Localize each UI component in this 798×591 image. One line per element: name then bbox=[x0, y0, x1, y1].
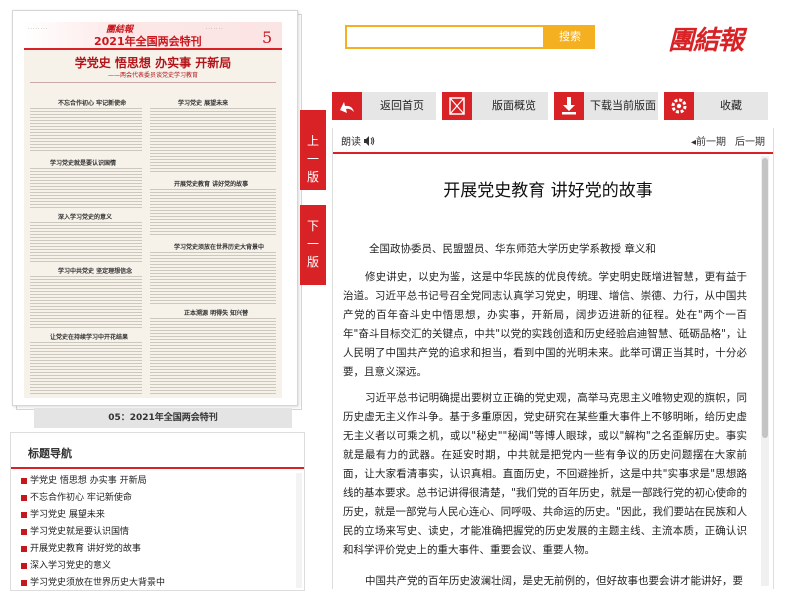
nav-item[interactable]: 学党史 悟思想 办实事 开新局 bbox=[21, 473, 147, 486]
prev-issue-link[interactable]: ◂前一期 bbox=[691, 133, 726, 148]
paper-subhead: ——两会代表委员谈党史学习教育 bbox=[107, 72, 198, 79]
paper-issue-title: 2021年全国两会特刊 bbox=[94, 35, 202, 48]
gear-icon bbox=[664, 92, 694, 120]
bullet-icon bbox=[21, 494, 27, 501]
download-button[interactable]: 下载当前版面 bbox=[554, 92, 662, 120]
bullet-icon bbox=[21, 477, 27, 484]
nav-item[interactable]: 学习党史就是要认识国情 bbox=[21, 524, 129, 537]
nav-item[interactable]: 学习党史 展望未来 bbox=[21, 507, 105, 520]
paper-column-title: 学习党史就是要认识国情 bbox=[50, 160, 117, 167]
paper-text-block bbox=[150, 189, 276, 237]
headline-nav-title: 标题导航 bbox=[28, 447, 72, 460]
paper-column-title: 学习党史 展望未来 bbox=[178, 100, 229, 107]
home-label: 返回首页 bbox=[380, 99, 424, 112]
nav-item[interactable]: 学习党史须放在世界历史大背景中 bbox=[21, 575, 165, 588]
nav-item[interactable]: 不忘合作初心 牢记新使命 bbox=[21, 490, 132, 503]
article-paragraph: 修史讲史，以史为鉴，这是中华民族的优良传统。学史明史既增进智慧，更有益于治道。习… bbox=[343, 271, 747, 378]
favorite-label: 收藏 bbox=[720, 99, 742, 112]
headline-nav: 标题导航 学党史 悟思想 办实事 开新局 不忘合作初心 牢记新使命 学习党史 展… bbox=[10, 432, 305, 591]
headline-nav-scrollbar[interactable] bbox=[296, 473, 302, 588]
nav-item[interactable]: 开展党史教育 讲好党的故事 bbox=[21, 541, 141, 554]
paper-banner: · · · · · · · · 團結報 2021年全国两会特刊 · · · · … bbox=[24, 22, 282, 50]
article-header-bar: 朗读 ◂前一期 后一期 bbox=[333, 128, 773, 154]
paper-text-block bbox=[150, 108, 276, 172]
paper-column-title: 学习党史须放在世界历史大背景中 bbox=[174, 244, 265, 251]
newspaper-page-preview[interactable]: · · · · · · · · 團結報 2021年全国两会特刊 · · · · … bbox=[24, 22, 282, 398]
article-paragraph: 习近平总书记明确提出要树立正确的党史观，高举马克思主义唯物史观的旗帜，同历史虚无… bbox=[343, 392, 747, 556]
paper-headline: 学党史 悟思想 办实事 开新局 bbox=[74, 56, 232, 70]
next-issue-link[interactable]: 后一期 bbox=[735, 133, 765, 148]
speaker-icon[interactable] bbox=[363, 132, 375, 146]
home-button[interactable]: 返回首页 bbox=[332, 92, 440, 120]
nav-item-label: 学习党史须放在世界历史大背景中 bbox=[30, 578, 166, 588]
page-caption[interactable]: 05：2021年全国两会特刊 bbox=[34, 408, 292, 428]
overview-button[interactable]: 版面概览 bbox=[442, 92, 552, 120]
nav-item-label: 学党史 悟思想 办实事 开新局 bbox=[30, 476, 147, 486]
next-page-tab[interactable]: 下一版 bbox=[300, 205, 326, 285]
article-title: 开展党史教育 讲好党的故事 bbox=[443, 181, 653, 201]
nav-item-label: 不忘合作初心 牢记新使命 bbox=[30, 493, 132, 503]
nav-item-label: 深入学习党史的意义 bbox=[30, 561, 112, 571]
next-page-label: 下一版 bbox=[306, 219, 319, 269]
paper-page-number: 5 bbox=[262, 28, 273, 47]
paper-text-block bbox=[30, 276, 142, 328]
logo: 團結報 bbox=[668, 26, 744, 56]
paper-meta-right: · · · · · · · bbox=[206, 26, 223, 31]
paper-text-block bbox=[30, 168, 142, 208]
bullet-icon bbox=[21, 528, 27, 535]
paper-column-title: 不忘合作初心 牢记新使命 bbox=[58, 100, 127, 107]
nav-item[interactable]: 深入学习党史的意义 bbox=[21, 558, 111, 571]
read-aloud-button[interactable]: 朗读 bbox=[341, 133, 361, 148]
paper-column-title: 学习中共党史 坚定理想信念 bbox=[58, 268, 133, 275]
download-icon bbox=[554, 92, 584, 120]
home-arrow-icon bbox=[332, 92, 362, 120]
bullet-icon bbox=[21, 562, 27, 569]
favorite-button[interactable]: 收藏 bbox=[664, 92, 768, 120]
nav-item-label: 学习党史就是要认识国情 bbox=[30, 527, 130, 537]
bullet-icon bbox=[21, 545, 27, 552]
bullet-icon bbox=[21, 579, 27, 586]
search-button[interactable]: 搜索 bbox=[545, 25, 595, 49]
paper-column-title: 正本溯源 明得失 知兴替 bbox=[184, 310, 249, 317]
article-panel: 朗读 ◂前一期 后一期 开展党史教育 讲好党的故事 全国政协委员、民盟盟员、华东… bbox=[332, 128, 774, 589]
search-input[interactable] bbox=[345, 25, 545, 49]
bullet-icon bbox=[21, 511, 27, 518]
prev-issue-label: 前一期 bbox=[696, 137, 727, 148]
paper-text-block bbox=[30, 342, 142, 394]
download-label: 下载当前版面 bbox=[590, 99, 656, 112]
prev-page-label: 上一版 bbox=[306, 134, 319, 184]
prev-page-tab[interactable]: 上一版 bbox=[300, 110, 326, 190]
headline-nav-divider bbox=[11, 467, 304, 469]
paper-text-block bbox=[30, 108, 142, 152]
paper-divider bbox=[30, 82, 276, 83]
paper-column-title: 让党史在持续学习中开花结果 bbox=[50, 334, 129, 341]
article-scroll-thumb[interactable] bbox=[762, 158, 768, 438]
paper-column-title: 开展党史教育 讲好党的故事 bbox=[174, 181, 249, 188]
layout-grid-icon bbox=[442, 92, 472, 120]
overview-label: 版面概览 bbox=[492, 99, 536, 112]
paper-text-block bbox=[150, 318, 276, 394]
paper-text-block bbox=[30, 222, 142, 262]
article-author: 全国政协委员、民盟盟员、华东师范大学历史学系教授 章义和 bbox=[369, 243, 656, 255]
toolbar: 返回首页 版面概览 下载当前版面 收藏 bbox=[332, 92, 768, 120]
paper-column-title: 深入学习党史的意义 bbox=[58, 214, 113, 221]
nav-item-label: 开展党史教育 讲好党的故事 bbox=[30, 544, 141, 554]
nav-item-label: 学习党史 展望未来 bbox=[30, 510, 105, 520]
article-paragraph: 中国共产党的百年历史波澜壮阔，是史无前例的，但好故事也要会讲才能讲好，要 bbox=[365, 575, 743, 587]
paper-text-block bbox=[150, 252, 276, 304]
paper-meta-left: · · · · · · · · bbox=[28, 26, 48, 31]
